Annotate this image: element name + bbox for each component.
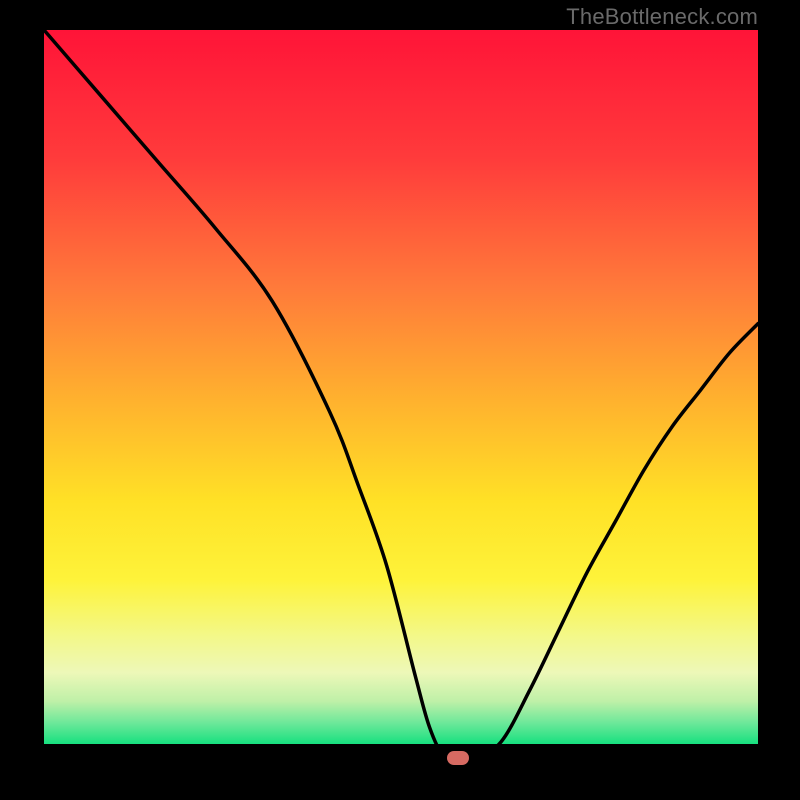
watermark-text: TheBottleneck.com [566, 4, 758, 30]
optimal-marker [447, 751, 469, 765]
chart-frame: TheBottleneck.com [0, 0, 800, 800]
bottleneck-curve [44, 30, 758, 764]
plot-area [44, 30, 758, 764]
